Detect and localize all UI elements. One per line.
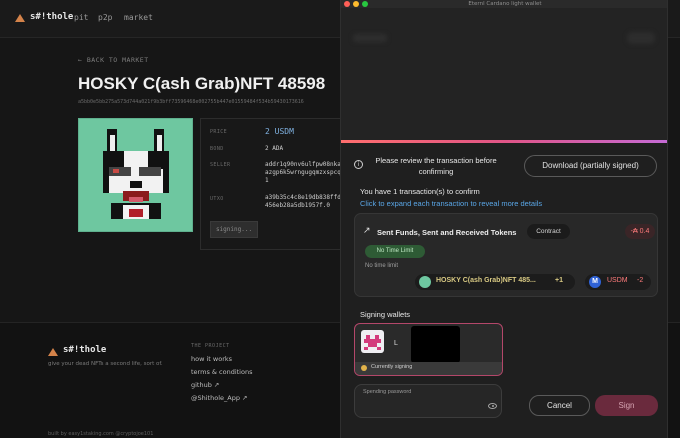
seller-address-line-2: azgp6k5wrngugqmzxspcqvxzq3fa <box>265 169 341 176</box>
window-titlebar: Eternl Cardano light wallet <box>341 0 667 8</box>
footer-link-twitter[interactable]: @Shithole_App ↗ <box>191 394 247 402</box>
blurred-wallet-header <box>341 8 667 142</box>
no-time-limit-tag: No Time Limit <box>365 245 425 258</box>
utxo-value-line-2: 456eb28a5db1957f.0 <box>265 202 331 209</box>
review-notice: Please review the transaction before con… <box>375 156 497 176</box>
nft-title: HOSKY C(ash Grab)NFT 48598 <box>78 74 326 93</box>
usdm-token-icon: M <box>589 276 601 288</box>
bond-label: BOND <box>210 146 224 152</box>
wallet-popup: Eternl Cardano light wallet i Please rev… <box>340 0 668 438</box>
footer-link-how-it-works[interactable]: how it works <box>191 355 232 363</box>
poop-logo-icon <box>48 348 58 356</box>
redacted-wallet-info <box>411 326 460 363</box>
eye-icon[interactable] <box>488 403 497 409</box>
blurred-header-pill <box>627 32 655 44</box>
spending-password-field[interactable]: Spending password <box>354 384 502 418</box>
seller-label: SELLER <box>210 162 231 168</box>
nft-asset-pill: HOSKY C(ash Grab)NFT 485... +1 <box>415 274 575 290</box>
expand-transactions-link[interactable]: Click to expand each transaction to reve… <box>360 199 542 208</box>
signing-wallets-label: Signing wallets <box>360 310 411 319</box>
ada-amount: -₳ 0.4 <box>625 224 655 239</box>
price-label: PRICE <box>210 129 228 135</box>
utxo-value-line-1: a39b35c4c8e19db838ffd7368 <box>265 194 341 201</box>
wallet-status-bar: Currently signing <box>355 362 502 375</box>
contract-tag: Contract <box>527 224 570 239</box>
nav-link-market[interactable]: market <box>124 13 153 22</box>
signing-status-button[interactable]: signing... <box>210 221 258 238</box>
transaction-count-text: You have 1 transaction(s) to confirm <box>360 187 480 196</box>
wallet-avatar <box>361 330 384 353</box>
seller-address-line-1: addr1q90nv6ulfpw08nkapsa4zh8 <box>265 161 341 168</box>
info-icon: i <box>354 160 363 169</box>
time-limit-text: No time limit <box>365 263 399 269</box>
download-partially-signed-button[interactable]: Download (partially signed) <box>524 155 657 177</box>
nft-asset-quantity: +1 <box>555 277 563 284</box>
nft-thumbnail-icon <box>419 276 431 288</box>
accent-gradient-bar <box>341 140 667 143</box>
usdm-asset-quantity: -2 <box>637 277 644 284</box>
footer-link-terms[interactable]: terms & conditions <box>191 368 252 376</box>
utxo-label: UTXO <box>210 196 224 202</box>
seller-address-line-3: 1 <box>265 177 269 184</box>
arrow-up-right-icon: ↗ <box>363 226 371 236</box>
footer-tagline: give your dead NFTs a second life, sort … <box>48 361 163 367</box>
transaction-heading: Sent Funds, Sent and Received Tokens <box>377 228 517 237</box>
wallet-name: L <box>394 340 398 347</box>
listing-details: PRICE 2 USDM BOND 2 ADA SELLER addr1q90n… <box>200 118 342 250</box>
footer-section-title: THE PROJECT <box>191 343 230 349</box>
blurred-header-text <box>353 34 387 42</box>
nft-asset-hash: a5bb0e5bb275a573d744a021f9b3bff73596468e… <box>78 99 304 105</box>
nft-asset-name: HOSKY C(ash Grab)NFT 485... <box>436 277 536 284</box>
spending-password-label: Spending password <box>363 389 412 395</box>
price-value: 2 USDM <box>265 127 294 136</box>
transaction-card[interactable]: ↗ Sent Funds, Sent and Received Tokens C… <box>354 213 658 297</box>
poop-logo-icon <box>15 14 25 22</box>
signing-wallet-card[interactable]: L Currently signing <box>354 323 503 376</box>
husky-pixel-art-icon <box>103 129 169 219</box>
back-to-market-link[interactable]: ← BACK TO MARKET <box>78 56 149 64</box>
sign-button[interactable]: Sign <box>595 395 658 416</box>
footer-link-github[interactable]: github ↗ <box>191 381 219 389</box>
bond-value: 2 ADA <box>265 145 284 152</box>
nav-link-pit[interactable]: pit <box>74 13 88 22</box>
spending-password-input[interactable] <box>363 400 483 414</box>
site-brand[interactable]: s#!thole <box>30 12 73 22</box>
footer-credit: built by easy1staking.com @cryptojoe101 <box>48 431 154 437</box>
cancel-button[interactable]: Cancel <box>529 395 590 416</box>
wallet-identicon-icon <box>364 335 381 350</box>
nft-image <box>78 118 193 232</box>
footer-brand: s#!thole <box>63 345 107 355</box>
usdm-asset-pill: M USDM -2 <box>585 274 651 290</box>
nav-link-p2p[interactable]: p2p <box>98 13 112 22</box>
window-title: Eternl Cardano light wallet <box>468 1 542 7</box>
usdm-asset-name: USDM <box>607 277 628 284</box>
status-dot-icon <box>361 365 367 371</box>
wallet-status-text: Currently signing <box>371 364 413 370</box>
